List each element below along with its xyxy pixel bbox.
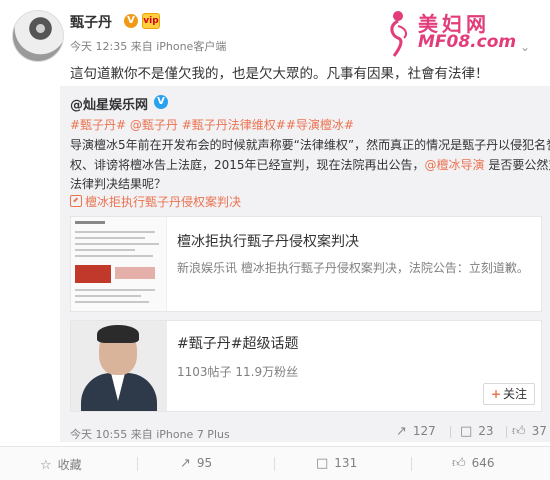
repost-tags[interactable]: #甄子丹# @甄子丹 #甄子丹法律维权##导演檀冰# <box>70 116 354 133</box>
woman-figure-icon <box>390 11 407 57</box>
repost-comment-stat[interactable]: □ 23 <box>460 424 494 439</box>
article-title[interactable]: 檀冰拒执行甄子丹侵权案判决 <box>177 231 359 251</box>
link-icon <box>70 195 82 207</box>
repost-comment-count: 23 <box>478 424 494 438</box>
like-count: 646 <box>471 456 495 470</box>
vip-badge: vip <box>142 13 160 29</box>
collect-button[interactable]: ☆ 收藏 <box>40 456 82 473</box>
weibo-post: 甄子丹 V vip 今天 12:35 来自 iPhone客户端 ⌄ 美妇网 MF… <box>0 0 550 480</box>
topic-portrait <box>71 321 167 411</box>
watermark-logo: 美妇网 MF08.com <box>378 8 538 58</box>
repost-share-stat[interactable]: ↗ 127 <box>396 424 436 439</box>
comment-icon: □ <box>316 456 329 471</box>
article-link[interactable]: 檀冰拒执行甄子丹侵权案判决 <box>70 193 241 210</box>
repost-text-line1: 导演檀冰5年前在开发布会的时候就声称要“法律维权”，然而真正的情况是甄子丹以侵犯… <box>70 138 550 152</box>
repost-text-line2: 权、诽谤将檀冰告上法庭，2015年已经宣判，现在法院再出公告，@檀冰导演 是否要… <box>70 156 550 173</box>
follow-label: 关注 <box>503 387 528 401</box>
article-link-label[interactable]: 檀冰拒执行甄子丹侵权案判决 <box>85 195 241 209</box>
action-bar: ☆ 收藏 ↗ 95 □ 131 👍︎ 646 <box>0 446 550 480</box>
post-text: 這句道歉你不是僅欠我的，也是欠大眾的。凡事有因果，社會有法律！ <box>70 66 489 82</box>
author-name[interactable]: 甄子丹 <box>70 12 112 32</box>
watermark-en: MF08.com <box>418 32 517 52</box>
star-icon: ☆ <box>40 458 52 473</box>
repost-like-count: 37 <box>531 424 547 438</box>
repost-button[interactable]: ↗ 95 <box>180 456 212 471</box>
like-button[interactable]: 👍︎ 646 <box>452 456 495 471</box>
topic-stats: 1103帖子 11.9万粉丝 <box>177 365 299 379</box>
repost-share-count: 127 <box>412 424 436 438</box>
collect-label: 收藏 <box>57 458 82 472</box>
repost-like-stat[interactable]: 👍︎ 37 <box>512 424 547 439</box>
thumbs-up-icon: 👍︎ <box>452 456 466 471</box>
follow-button[interactable]: + 关注 <box>483 383 535 405</box>
article-desc: 新浪娱乐讯 檀冰拒执行甄子丹侵权案判决，法院公告：立刻道歉。 <box>177 261 529 275</box>
topic-title[interactable]: #甄子丹#超级话题 <box>177 333 298 353</box>
share-icon: ↗ <box>396 424 407 439</box>
verified-badge: V <box>124 14 138 28</box>
repost-text-line3: 法律判决结果呢？ <box>70 177 167 191</box>
thumbs-up-icon: 👍︎ <box>512 424 526 439</box>
avatar[interactable] <box>12 10 64 62</box>
post-meta: 今天 12:35 来自 iPhone客户端 <box>70 40 227 53</box>
repost-verified-badge: V <box>154 95 168 109</box>
repost-author[interactable]: @灿星娱乐网 <box>70 94 148 113</box>
repost-count: 95 <box>196 456 213 470</box>
repost-box: @灿星娱乐网 V #甄子丹# @甄子丹 #甄子丹法律维权##导演檀冰# 导演檀冰… <box>60 86 550 442</box>
repost-text-line2a: 权、诽谤将檀冰告上法庭，2015年已经宣判，现在法院再出公告， <box>70 158 425 172</box>
plus-icon: + <box>490 387 502 401</box>
comment-button[interactable]: □ 131 <box>316 456 357 471</box>
article-card[interactable]: 檀冰拒执行甄子丹侵权案判决 新浪娱乐讯 檀冰拒执行甄子丹侵权案判决，法院公告：立… <box>70 216 542 312</box>
share-icon: ↗ <box>180 456 191 471</box>
super-topic-card[interactable]: #甄子丹#超级话题 1103帖子 11.9万粉丝 + 关注 <box>70 320 542 412</box>
comment-count: 131 <box>334 456 358 470</box>
repost-text-line2b: 是否要公然对抗 <box>488 158 550 172</box>
article-thumbnail <box>71 217 167 311</box>
comment-icon: □ <box>460 424 473 439</box>
mention-link[interactable]: @檀冰导演 <box>425 158 485 172</box>
repost-time: 今天 10:55 来自 iPhone 7 Plus <box>70 428 230 441</box>
